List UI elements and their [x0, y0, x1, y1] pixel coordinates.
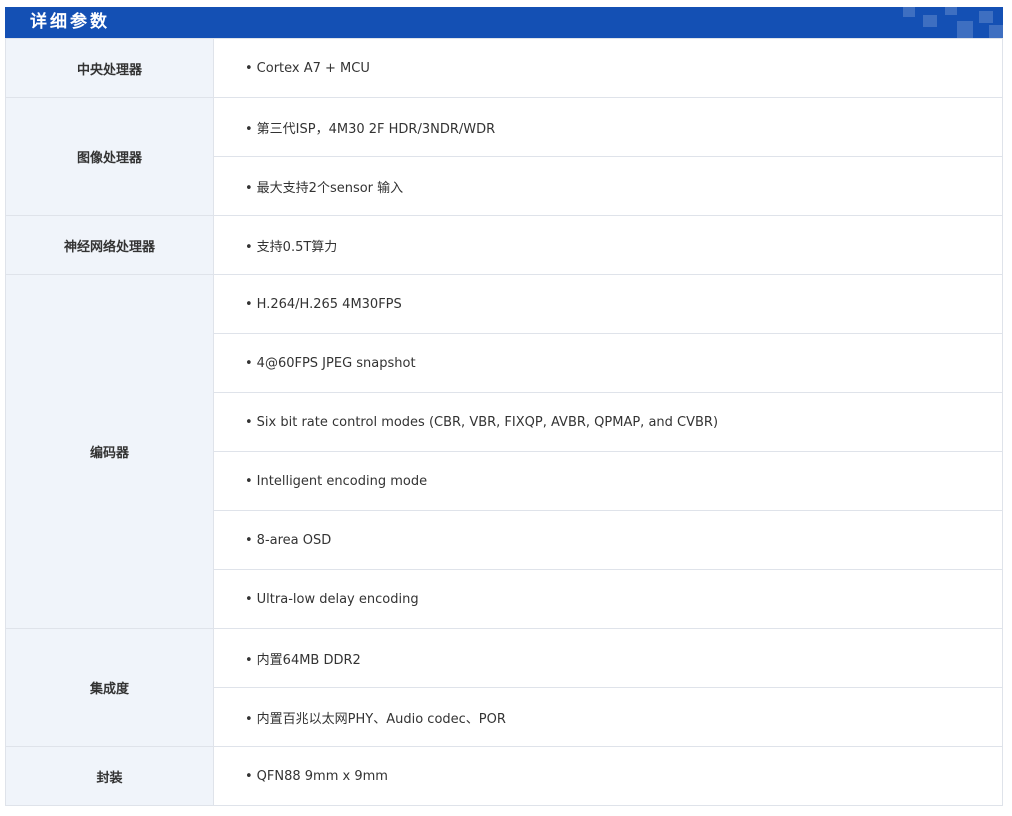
- spec-panel: 详细参数 中央处理器 • Cortex A7 + MCU 图像处理器 • 第三代IS…: [5, 7, 1003, 806]
- table-row: 图像处理器 • 第三代ISP，4M30 2F HDR/3NDR/WDR: [5, 97, 1003, 216]
- table-row: 集成度 • 内置64MB DDR2: [5, 628, 1003, 747]
- row-category: 中央处理器: [5, 38, 214, 98]
- row-value: • Intelligent encoding mode: [213, 451, 1003, 511]
- section-header: 详细参数: [5, 7, 1003, 38]
- row-value: • 8-area OSD: [213, 510, 1003, 570]
- row-value: • Ultra-low delay encoding: [213, 569, 1003, 629]
- row-category: 图像处理器: [5, 97, 214, 216]
- row-value: • Cortex A7 + MCU: [213, 38, 1003, 98]
- row-value: • 内置百兆以太网PHY、Audio codec、POR: [213, 687, 1003, 747]
- row-value: • H.264/H.265 4M30FPS: [213, 274, 1003, 334]
- table-row: 中央处理器 • Cortex A7 + MCU: [5, 38, 1003, 98]
- section-title: 详细参数: [30, 12, 110, 32]
- row-value: • 4@60FPS JPEG snapshot: [213, 333, 1003, 393]
- table-row: 神经网络处理器 • 支持0.5T算力: [5, 215, 1003, 275]
- row-category: 编码器: [5, 274, 214, 629]
- row-value: • 内置64MB DDR2: [213, 628, 1003, 688]
- row-value: • QFN88 9mm x 9mm: [213, 746, 1003, 806]
- table-row: 编码器 • H.264/H.265 4M30FPS: [5, 274, 1003, 629]
- row-category: 神经网络处理器: [5, 215, 214, 275]
- spec-table: 中央处理器 • Cortex A7 + MCU 图像处理器 • 第三代ISP，4M3…: [5, 38, 1003, 806]
- row-value: • 第三代ISP，4M30 2F HDR/3NDR/WDR: [213, 97, 1003, 157]
- row-value: • Six bit rate control modes (CBR, VBR, F…: [213, 392, 1003, 452]
- row-category: 集成度: [5, 628, 214, 747]
- table-row: 封装 • QFN88 9mm x 9mm: [5, 746, 1003, 806]
- row-value: • 支持0.5T算力: [213, 215, 1003, 275]
- header-decoration: [893, 7, 1003, 38]
- row-value: • 最大支持2个sensor 输入: [213, 156, 1003, 216]
- row-category: 封装: [5, 746, 214, 806]
